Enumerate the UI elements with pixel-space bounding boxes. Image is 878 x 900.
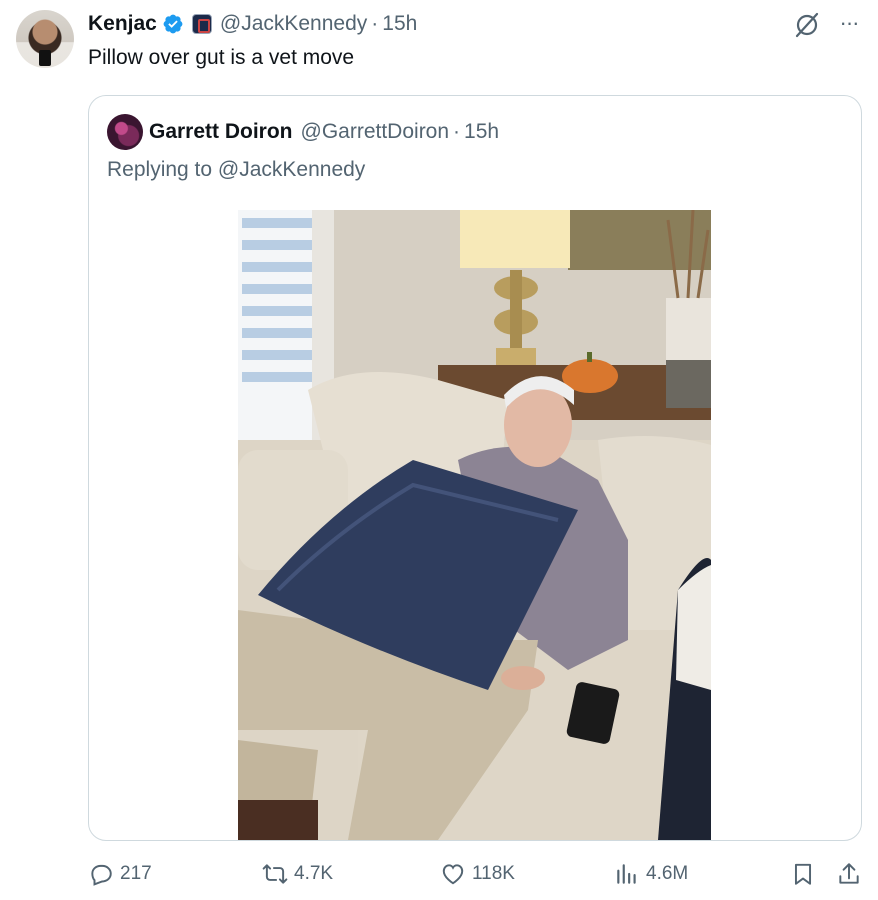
author-handle[interactable]: @JackKennedy [220, 12, 367, 36]
repost-button[interactable]: 4.7K [262, 856, 333, 892]
heart-icon [442, 864, 464, 885]
bookmark-button[interactable] [790, 856, 822, 892]
tweet-actions-bar: 217 4.7K 118K 4.6M [0, 856, 878, 892]
verified-badge-icon[interactable] [162, 13, 184, 35]
author-name[interactable]: Kenjac [88, 12, 157, 36]
reply-icon [91, 864, 112, 886]
grok-icon[interactable] [792, 10, 822, 40]
affiliation-badge-icon[interactable] [191, 14, 212, 34]
replying-to-line: Replying to @JackKennedy [107, 158, 365, 182]
like-count: 118K [472, 863, 515, 884]
tweet-header: Kenjac @JackKennedy · 15h [88, 10, 417, 38]
share-icon [839, 863, 859, 884]
separator-dot: · [453, 120, 461, 143]
repost-count: 4.7K [294, 863, 334, 884]
views-chart-icon [617, 864, 636, 884]
quoted-tweet-time[interactable]: 15h [464, 120, 499, 144]
tweet-photo[interactable] [238, 210, 711, 840]
replying-to-label: Replying to [107, 158, 213, 181]
separator-dot: · [371, 12, 379, 35]
photo-illustration [238, 210, 711, 840]
quoted-tweet-card[interactable]: Garrett Doiron @GarrettDoiron · 15h Repl… [88, 95, 862, 841]
quoted-author-name[interactable]: Garrett Doiron [149, 120, 293, 144]
tweet-text: Pillow over gut is a vet move [88, 46, 355, 69]
quoted-author-avatar[interactable] [107, 114, 143, 150]
reply-button[interactable]: 217 [88, 856, 152, 892]
views-button[interactable]: 4.6M [614, 856, 688, 892]
quoted-tweet-header: Garrett Doiron @GarrettDoiron · 15h [149, 118, 499, 146]
like-button[interactable]: 118K [440, 856, 515, 892]
repost-icon [262, 864, 288, 884]
share-button[interactable] [836, 856, 868, 892]
replying-to-handle[interactable]: @JackKennedy [218, 158, 365, 181]
tweet-time[interactable]: 15h [382, 12, 417, 36]
reply-count: 217 [120, 863, 152, 884]
more-icon[interactable]: ··· [834, 8, 864, 38]
quoted-author-handle[interactable]: @GarrettDoiron [301, 120, 450, 144]
bookmark-icon [794, 863, 812, 885]
author-avatar[interactable] [16, 10, 74, 68]
view-count: 4.6M [646, 863, 689, 884]
